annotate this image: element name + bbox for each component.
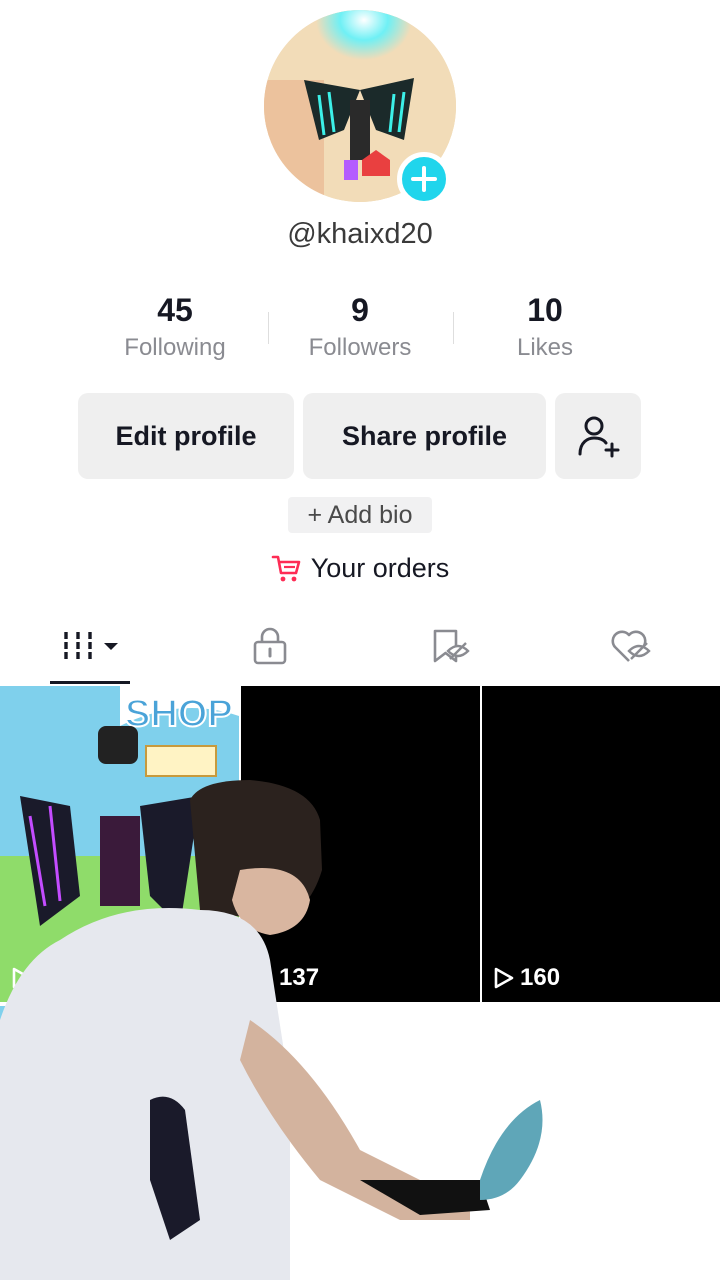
- svg-text:SHOP: SHOP: [125, 693, 233, 735]
- view-count: 1: [12, 964, 51, 992]
- following-count: 45: [157, 292, 193, 328]
- play-icon: [253, 967, 273, 989]
- video-thumbnail[interactable]: [0, 1006, 239, 1280]
- tab-videos[interactable]: [0, 615, 180, 677]
- share-profile-button[interactable]: Share profile: [303, 393, 546, 479]
- view-count-value: 137: [279, 964, 320, 991]
- add-friend-icon: [578, 416, 620, 458]
- chevron-down-icon: [104, 643, 118, 650]
- add-bio-button[interactable]: + Add bio: [288, 497, 432, 533]
- view-count: 160: [494, 964, 560, 992]
- lock-icon: [253, 627, 287, 665]
- bookmark-hidden-icon: [433, 629, 470, 663]
- stat-divider: [268, 312, 269, 344]
- video-thumbnail-image: SHOP: [0, 686, 239, 1002]
- stat-following[interactable]: 45 Following: [85, 290, 265, 362]
- video-thumbnail[interactable]: SHOP 1: [0, 686, 239, 1002]
- your-orders-link[interactable]: Your orders: [0, 548, 720, 588]
- add-avatar-button[interactable]: [397, 152, 451, 206]
- username: @khaixd20: [287, 218, 433, 250]
- heart-hidden-icon: [611, 630, 651, 662]
- stats-row: 45 Following 9 Followers 10 Likes: [0, 290, 720, 370]
- followers-count: 9: [351, 292, 369, 328]
- view-count: 137: [253, 964, 319, 992]
- plus-icon: [411, 166, 437, 192]
- play-icon: [12, 967, 32, 989]
- profile-tabs: [0, 615, 720, 685]
- avatar-container[interactable]: [264, 10, 456, 206]
- play-icon: [494, 967, 514, 989]
- add-friend-button[interactable]: [555, 393, 641, 479]
- view-count-value: 1: [38, 964, 52, 991]
- video-thumbnail[interactable]: 160: [482, 686, 720, 1002]
- likes-label: Likes: [516, 334, 574, 361]
- cart-icon: [271, 555, 301, 582]
- followers-label: Followers: [308, 334, 412, 361]
- video-thumbnail[interactable]: 137: [241, 686, 480, 1002]
- stat-followers[interactable]: 9 Followers: [270, 290, 450, 362]
- tab-liked[interactable]: [540, 615, 720, 677]
- tab-private[interactable]: [180, 615, 360, 677]
- stat-likes[interactable]: 10 Likes: [455, 290, 635, 362]
- likes-count: 10: [527, 292, 563, 328]
- stat-divider: [453, 312, 454, 344]
- following-label: Following: [124, 334, 226, 361]
- grid-icon: [64, 632, 92, 660]
- video-thumbnail-image: [0, 1006, 239, 1280]
- active-tab-indicator: [50, 681, 130, 684]
- edit-profile-button[interactable]: Edit profile: [78, 393, 294, 479]
- tab-favorites[interactable]: [360, 615, 540, 677]
- view-count-value: 160: [520, 964, 561, 991]
- your-orders-label: Your orders: [310, 552, 450, 583]
